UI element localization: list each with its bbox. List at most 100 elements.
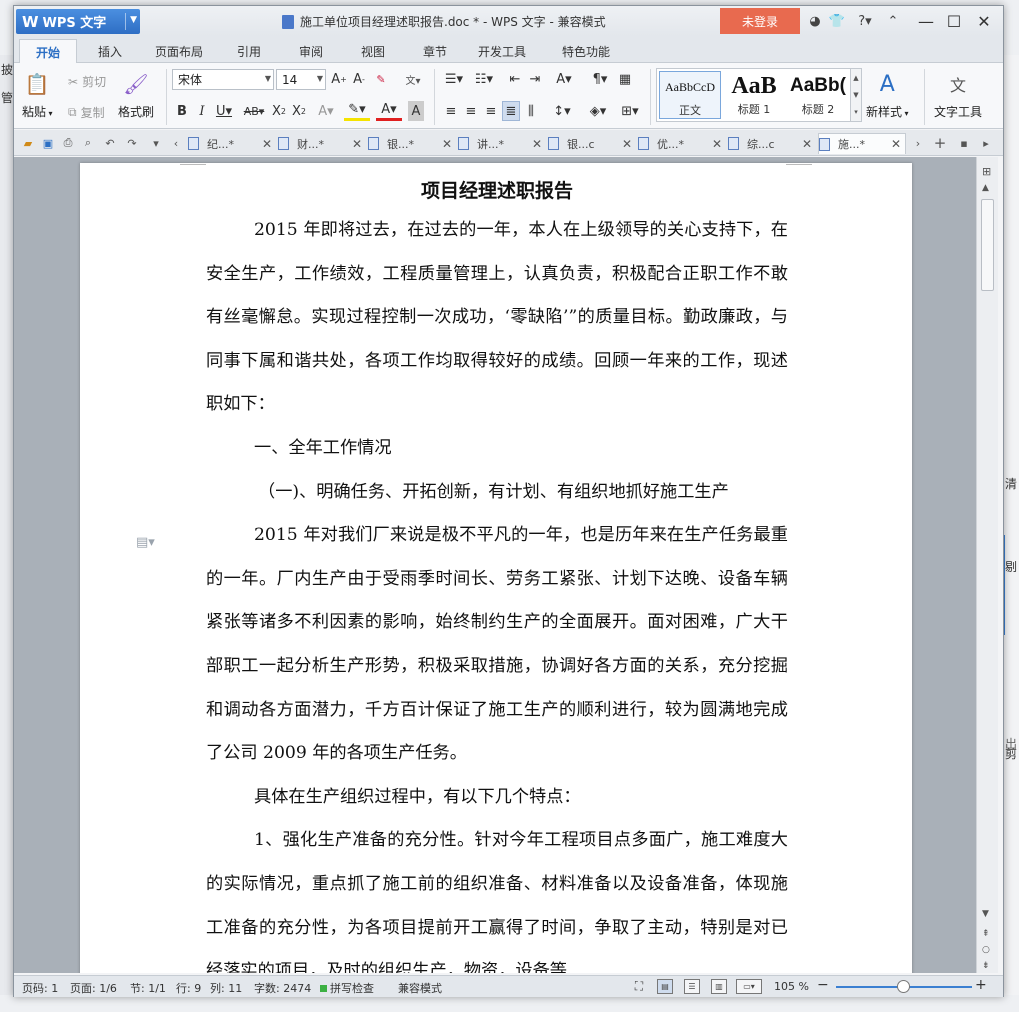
shrink-font-icon[interactable]: A- <box>350 69 368 89</box>
reading-view-icon[interactable]: ▥ <box>711 979 727 994</box>
paragraph-options-icon[interactable]: ▤▾ <box>136 535 155 550</box>
tab-menu-icon[interactable]: ▸ <box>978 135 994 151</box>
vertical-scrollbar[interactable]: ⊞ ▲ ▼ ⇞ ○ ⇟ <box>976 157 998 973</box>
status-word-count[interactable]: 字数: 2474 <box>254 980 311 996</box>
document-tab[interactable]: 综...c ✕ <box>728 133 816 154</box>
align-right-icon[interactable]: ≡ <box>482 101 500 121</box>
superscript-button[interactable]: X2 <box>270 101 288 121</box>
document-tab[interactable]: 优...* ✕ <box>638 133 726 154</box>
document-canvas[interactable]: ▤▾ 项目经理述职报告 2015 年即将过去，在过去的一年，本人在上级领导的关心… <box>14 157 976 973</box>
redo-icon[interactable]: ↷ <box>124 135 140 151</box>
theme-icon[interactable]: ◕ <box>806 12 824 30</box>
web-view-icon[interactable]: ▭▾ <box>736 979 762 994</box>
style-gallery-scroll[interactable]: ▲ ▼ ▾ <box>850 68 862 122</box>
save-icon[interactable]: ▣ <box>40 135 56 151</box>
bullet-list-icon[interactable]: ☰▾ <box>440 69 468 89</box>
tab-scroll-right-icon[interactable]: › <box>910 135 926 151</box>
open-folder-icon[interactable]: ▰ <box>20 135 36 151</box>
highlight-icon[interactable]: ✎▾ <box>344 101 370 121</box>
document-page[interactable]: ▤▾ 项目经理述职报告 2015 年即将过去，在过去的一年，本人在上级领导的关心… <box>80 163 912 973</box>
grow-font-icon[interactable]: A + <box>330 69 348 89</box>
tab-review[interactable]: 审阅 <box>286 40 336 63</box>
paint-bucket-icon[interactable]: ◈▾ <box>584 101 612 121</box>
bold-button[interactable]: B <box>174 101 190 121</box>
close-icon[interactable]: ✕ <box>532 137 542 151</box>
status-page-code[interactable]: 页码: 1 <box>22 980 58 996</box>
new-tab-icon[interactable]: + <box>932 134 948 152</box>
decrease-indent-icon[interactable]: ⇤ <box>506 69 524 89</box>
change-case-icon[interactable]: A▾ <box>550 69 578 89</box>
print-icon[interactable]: ⎙ <box>60 135 76 151</box>
zoom-in-icon[interactable]: + <box>975 977 987 993</box>
document-tab[interactable]: 银...* ✕ <box>368 133 456 154</box>
status-pages[interactable]: 页面: 1/6 <box>70 980 117 996</box>
justify-icon[interactable]: ≣ <box>502 101 520 121</box>
style-heading-2[interactable]: AaBb( 标题 2 <box>787 71 849 119</box>
page-view-icon[interactable]: ▤ <box>657 979 673 994</box>
wps-app-menu-button[interactable]: W WPS 文字 ▼ <box>16 9 140 34</box>
numbered-list-icon[interactable]: ☷▾ <box>470 69 498 89</box>
tab-references[interactable]: 引用 <box>224 40 274 63</box>
zoom-slider-handle[interactable] <box>897 980 910 993</box>
tab-list-icon[interactable]: ▪ <box>956 135 972 151</box>
paste-button[interactable]: 📋 粘贴 ▾ <box>22 69 53 120</box>
cut-button[interactable]: ✂ 剪切 <box>68 73 106 90</box>
undo-icon[interactable]: ↶ <box>102 135 118 151</box>
close-icon[interactable]: ✕ <box>262 137 272 151</box>
close-icon[interactable]: ✕ <box>712 137 722 151</box>
maximize-button[interactable]: ☐ <box>940 9 968 33</box>
distributed-align-icon[interactable]: ⫼ <box>522 101 540 121</box>
tab-chapter[interactable]: 章节 <box>410 40 460 63</box>
print-preview-icon[interactable]: ⌕ <box>80 135 96 151</box>
select-browse-object-icon[interactable]: ○ <box>982 945 990 955</box>
tab-developer[interactable]: 开发工具 <box>470 40 534 63</box>
clear-format-icon[interactable]: ✎ <box>372 69 390 89</box>
tab-page-layout[interactable]: 页面布局 <box>144 40 214 63</box>
phonetic-guide-icon[interactable]: 文▾ <box>398 69 428 89</box>
close-icon[interactable]: ✕ <box>622 137 632 151</box>
text-effect-icon[interactable]: A▾ <box>314 101 338 121</box>
split-view-icon[interactable]: ⊞ <box>982 165 991 178</box>
copy-button[interactable]: ⧉ 复制 <box>68 104 105 121</box>
character-shading-icon[interactable]: A <box>408 101 424 121</box>
scroll-down-icon[interactable]: ▼ <box>982 909 989 919</box>
chevron-down-icon[interactable]: ▼ <box>853 91 858 99</box>
italic-button[interactable]: I <box>194 101 210 121</box>
paragraph-mark-icon[interactable]: ¶▾ <box>588 69 612 89</box>
subscript-button[interactable]: X2 <box>290 101 308 121</box>
scroll-up-icon[interactable]: ▲ <box>982 183 989 193</box>
tab-view[interactable]: 视图 <box>348 40 398 63</box>
style-normal[interactable]: AaBbCcD 正文 <box>659 71 721 119</box>
fullscreen-icon[interactable]: ⛶ <box>631 979 647 994</box>
align-left-icon[interactable]: ≡ <box>442 101 460 121</box>
document-tab[interactable]: 银...c ✕ <box>548 133 636 154</box>
align-center-icon[interactable]: ≡ <box>462 101 480 121</box>
font-color-icon[interactable]: A▾ <box>376 101 402 121</box>
login-button[interactable]: 未登录 <box>720 8 800 34</box>
style-heading-1[interactable]: AaB 标题 1 <box>723 71 785 119</box>
expand-icon[interactable]: ▾ <box>854 108 858 116</box>
document-body[interactable]: 项目经理述职报告 2015 年即将过去，在过去的一年，本人在上级领导的关心支持下… <box>206 173 788 973</box>
tab-home[interactable]: 开始 <box>19 39 77 64</box>
outline-view-icon[interactable]: ☰ <box>684 979 700 994</box>
tab-scroll-left-icon[interactable]: ‹ <box>168 135 184 151</box>
increase-indent-icon[interactable]: ⇥ <box>526 69 544 89</box>
skin-shirt-icon[interactable]: 👕 <box>828 12 846 30</box>
document-tab[interactable]: 纪...* ✕ <box>188 133 276 154</box>
collapse-ribbon-icon[interactable]: ⌃ <box>884 12 902 30</box>
font-size-select[interactable]: 14 ▼ <box>276 69 326 90</box>
customize-toolbar-icon[interactable]: ▾ <box>148 135 164 151</box>
document-tab[interactable]: 讲...* ✕ <box>458 133 546 154</box>
next-page-icon[interactable]: ⇟ <box>982 961 990 971</box>
document-tab[interactable]: 财...* ✕ <box>278 133 366 154</box>
table-icon[interactable]: ▦ <box>616 69 634 89</box>
font-name-select[interactable]: 宋体 ▼ <box>172 69 274 90</box>
document-tab-active[interactable]: 施...* ✕ <box>818 133 906 154</box>
line-spacing-icon[interactable]: ↕▾ <box>548 101 576 121</box>
previous-page-icon[interactable]: ⇞ <box>982 929 990 939</box>
close-icon[interactable]: ✕ <box>891 137 901 151</box>
format-painter-button[interactable]: 🖌 格式刷 <box>118 69 154 120</box>
text-tools-button[interactable]: 文 文字工具 <box>934 69 982 120</box>
close-icon[interactable]: ✕ <box>352 137 362 151</box>
close-icon[interactable]: ✕ <box>442 137 452 151</box>
